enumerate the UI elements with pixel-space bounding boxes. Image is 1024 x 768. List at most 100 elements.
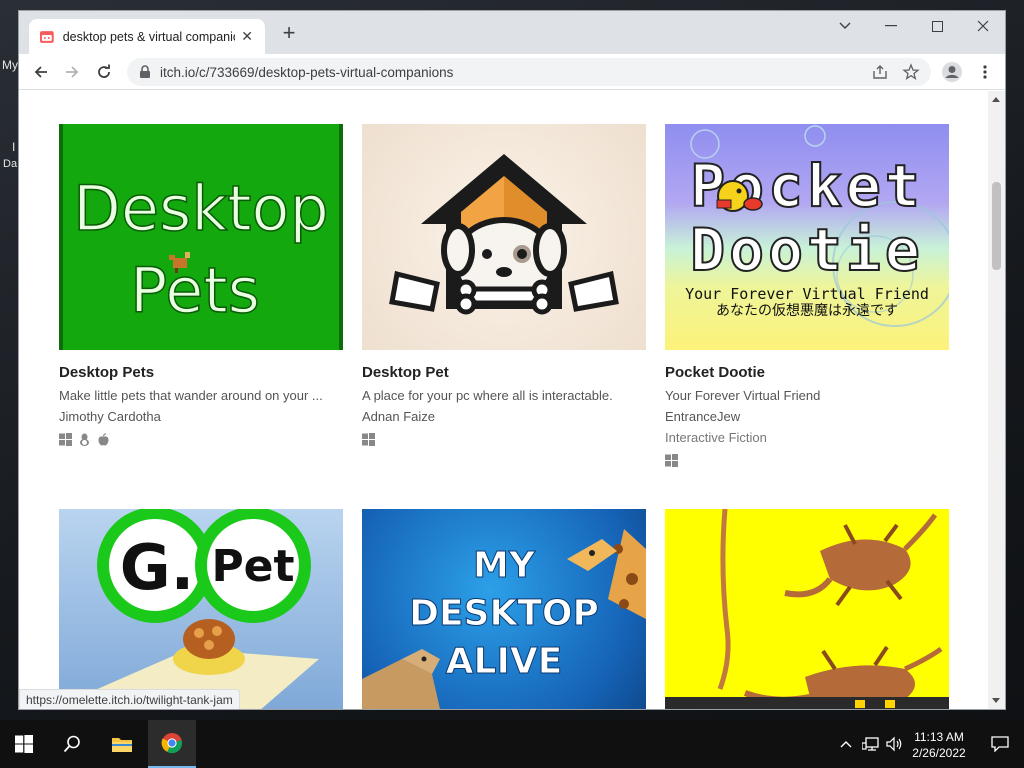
game-thumbnail[interactable]: MY DESKTOP ALIVE [362,509,646,709]
thumb-text: Dootie [690,216,924,284]
platform-list [362,432,646,446]
desktop-icon-label[interactable]: My [2,58,18,72]
gpet-thumbnail-art: G. Pet [79,509,319,709]
chevron-down-icon [839,22,851,29]
page-content: Desktop Pets Desktop Pets Make little pe… [19,91,989,709]
game-card[interactable]: Desktop Pets Desktop Pets Make little pe… [59,124,343,446]
profile-avatar-icon [942,62,962,82]
maximize-button[interactable] [914,11,960,41]
chrome-taskbar-button[interactable] [148,720,196,768]
kebab-menu-icon [983,65,987,79]
game-author[interactable]: EntranceJew [665,409,949,424]
game-description: Make little pets that wander around on y… [59,388,323,403]
windows-icon [362,432,375,446]
arrow-right-icon [66,66,79,78]
itch-favicon-icon [39,30,54,43]
lizard-icon [784,513,938,607]
game-title[interactable]: Pocket Dootie [665,364,949,381]
taskbar: 11:13 AM 2/26/2022 [0,720,1024,768]
file-explorer-button[interactable] [98,720,146,768]
browser-toolbar: itch.io/c/733669/desktop-pets-virtual-co… [19,54,1005,90]
speaker-icon [886,736,902,752]
tab-close-icon[interactable]: ✕ [239,28,255,45]
scrollbar-thumb[interactable] [992,182,1001,270]
link-status-bubble: https://omelette.itch.io/twilight-tank-j… [19,689,240,709]
start-button[interactable] [0,720,48,768]
network-icon [862,737,879,751]
bookmark-star-icon[interactable] [902,63,920,81]
clock-date: 2/26/2022 [912,746,966,760]
game-description: A place for your pc where all is interac… [362,388,613,403]
maximize-icon [931,20,943,32]
game-card[interactable]: Pocket Dootie Your Forever Virtual Frien… [665,124,949,467]
game-card[interactable] [665,509,949,709]
apple-icon [98,432,109,445]
minimize-button[interactable] [868,11,914,41]
tab-search-button[interactable] [822,11,868,41]
tab-title: desktop pets & virtual companio [62,29,236,44]
search-icon [63,735,80,753]
scroll-down-arrow-icon[interactable] [992,698,1000,703]
dog-house-logo-art [389,154,619,315]
pocket-dootie-thumbnail-art: Pocket Dootie Your Forever Virtual Frien… [685,125,949,327]
close-icon [977,20,989,32]
desktop-icon-label[interactable]: I [12,140,15,154]
chevron-up-icon [840,741,852,748]
thumb-text: DESKTOP [409,593,599,634]
chrome-icon [161,733,183,754]
game-genre: Interactive Fiction [665,430,767,445]
clock-time: 11:13 AM [914,730,964,744]
reload-button[interactable] [91,59,117,85]
game-title[interactable]: Desktop Pets [59,364,343,381]
back-button[interactable] [28,59,54,85]
game-thumbnail[interactable] [665,509,949,709]
show-hidden-icons-button[interactable] [834,720,858,768]
notification-icon [991,736,1009,752]
game-thumbnail[interactable]: G. Pet [59,509,343,709]
menu-button[interactable] [972,59,998,85]
game-thumbnail[interactable]: Desktop Pets [59,124,343,350]
desktop-pets-thumbnail-art: Desktop Pets [72,171,329,328]
windows-start-icon [15,735,33,753]
game-title[interactable]: Desktop Pet [362,364,646,381]
forward-button[interactable] [59,59,85,85]
scroll-up-arrow-icon[interactable] [992,97,1000,102]
game-card[interactable]: Desktop Pet A place for your pc where al… [362,124,646,446]
lizards-thumbnail-art [665,509,949,709]
network-button[interactable] [858,720,884,768]
game-author[interactable]: Jimothy Cardotha [59,409,343,424]
linux-icon [80,433,89,446]
windows-icon [665,453,678,467]
game-card[interactable]: MY DESKTOP ALIVE [362,509,646,709]
taskbar-clock[interactable]: 11:13 AM 2/26/2022 [904,729,974,761]
address-bar[interactable]: itch.io/c/733669/desktop-pets-virtual-co… [127,58,931,86]
lizard-icon [743,645,943,704]
share-icon[interactable] [871,63,889,81]
thumb-text: Desktop [73,172,329,245]
browser-window: desktop pets & virtual companio ✕ + itch… [18,10,1006,710]
game-author[interactable]: Adnan Faize [362,409,646,424]
desktop-icon-label[interactable]: Da [3,158,17,170]
url-text: itch.io/c/733669/desktop-pets-virtual-co… [160,64,454,80]
close-window-button[interactable] [960,11,1005,41]
camel-icon [362,649,440,709]
thumb-text: Pets [130,254,260,327]
lock-icon[interactable] [139,65,151,79]
thumb-text: G. [120,531,194,604]
game-thumbnail[interactable]: Pocket Dootie Your Forever Virtual Frien… [665,124,949,350]
game-description: Your Forever Virtual Friend [665,388,821,403]
tab-strip: desktop pets & virtual companio ✕ + [19,11,1005,54]
notifications-button[interactable] [976,720,1024,768]
thumb-text: あなたの仮想悪魔は永遠です [716,303,898,319]
thumb-text: Pet [211,541,294,592]
folder-icon [112,738,132,752]
page-scrollbar[interactable] [988,91,1005,709]
game-card[interactable]: G. Pet [59,509,343,709]
search-button[interactable] [48,720,96,768]
new-tab-button[interactable]: + [277,22,301,46]
thumb-text: MY [473,545,536,586]
reload-icon [98,64,110,78]
browser-tab[interactable]: desktop pets & virtual companio ✕ [29,19,265,54]
game-thumbnail[interactable] [362,124,646,350]
profile-button[interactable] [939,59,965,85]
